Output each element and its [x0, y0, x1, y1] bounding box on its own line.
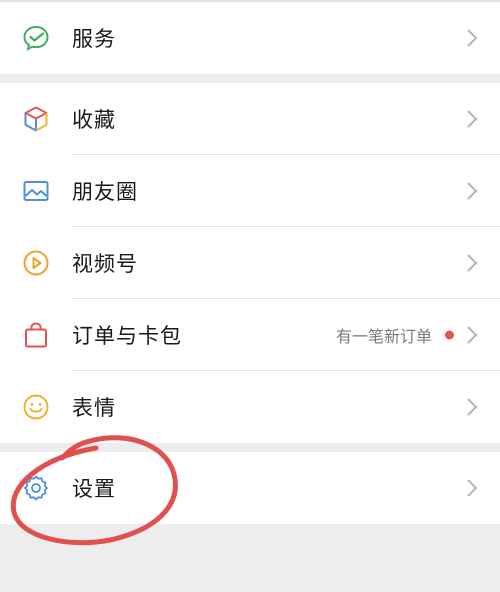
- chevron-right-icon: [466, 325, 478, 345]
- menu-item-label: 收藏: [72, 108, 116, 132]
- chevron-right-icon: [466, 109, 478, 129]
- menu-item-channels[interactable]: 视频号: [0, 227, 500, 299]
- image-icon: [22, 177, 50, 205]
- menu-item-settings[interactable]: 设置: [0, 452, 500, 524]
- menu-item-moments[interactable]: 朋友圈: [0, 155, 500, 227]
- menu-item-services[interactable]: 服务: [0, 2, 500, 74]
- menu-item-label: 订单与卡包: [72, 324, 182, 348]
- play-icon: [22, 249, 50, 277]
- cube-icon: [22, 105, 50, 133]
- chevron-right-icon: [466, 478, 478, 498]
- chevron-right-icon: [466, 28, 478, 48]
- menu-item-label: 设置: [72, 477, 116, 501]
- menu-item-label: 朋友圈: [72, 180, 138, 204]
- services-group: 服务: [0, 2, 500, 74]
- chevron-right-icon: [466, 397, 478, 417]
- menu-item-favorites[interactable]: 收藏: [0, 83, 500, 155]
- menu-item-label: 视频号: [72, 252, 138, 276]
- chevron-right-icon: [466, 253, 478, 273]
- menu-item-stickers[interactable]: 表情: [0, 371, 500, 443]
- chevron-right-icon: [466, 181, 478, 201]
- smiley-icon: [22, 393, 50, 421]
- new-order-note: 有一笔新订单: [335, 327, 432, 346]
- settings-group: 设置: [0, 452, 500, 524]
- main-menu-group: 收藏 朋友圈 视频号 订单与卡包 有一笔新订单 表情: [0, 83, 500, 443]
- menu-item-orders[interactable]: 订单与卡包 有一笔新订单: [0, 299, 500, 371]
- wechat-pay-icon: [22, 24, 50, 52]
- menu-item-label: 服务: [72, 27, 116, 51]
- notification-dot: [445, 330, 454, 340]
- menu-item-label: 表情: [72, 396, 116, 420]
- bag-icon: [22, 321, 50, 349]
- gear-icon: [22, 474, 50, 502]
